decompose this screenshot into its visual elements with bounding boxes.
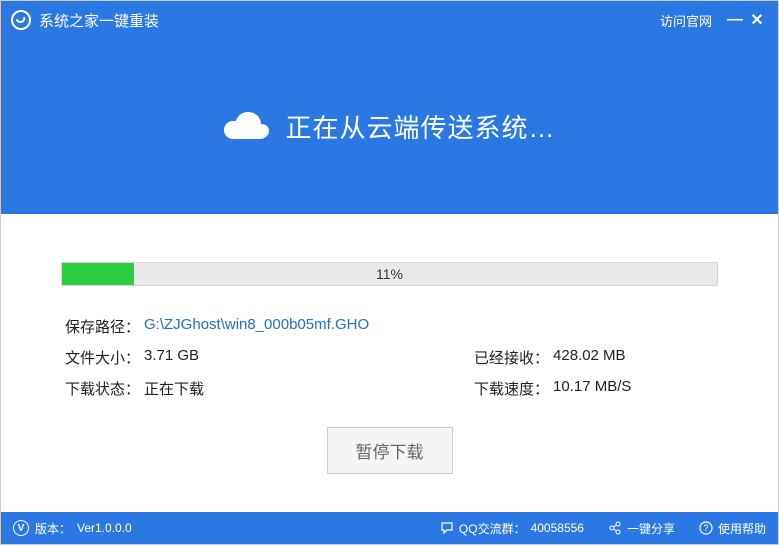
chat-icon xyxy=(440,521,454,535)
info-row-path: 保存路径： G:\ZJGhost\win8_000b05mf.GHO xyxy=(61,316,718,337)
file-size-label: 文件大小： xyxy=(65,347,140,368)
status-bar: V 版本： Ver1.0.0.0 QQ交流群： 40058556 一键分享 ? … xyxy=(1,512,778,544)
titlebar: 系统之家一键重装 访问官网 — ✕ xyxy=(1,1,778,39)
cloud-icon xyxy=(223,110,271,144)
app-logo-icon xyxy=(11,10,31,30)
help-label: 使用帮助 xyxy=(718,520,766,537)
save-path-label: 保存路径： xyxy=(65,316,140,337)
hero-banner: 正在从云端传送系统… xyxy=(1,39,778,214)
download-speed-value: 10.17 MB/S xyxy=(553,378,631,399)
share-icon xyxy=(608,521,622,535)
received-value: 428.02 MB xyxy=(553,347,626,368)
version-value: Ver1.0.0.0 xyxy=(77,521,132,535)
progress-bar-track: 11% xyxy=(61,262,718,286)
info-row-status: 下载状态： 正在下载 下载速度： 10.17 MB/S xyxy=(61,378,718,399)
file-size-value: 3.71 GB xyxy=(144,347,199,368)
visit-website-link[interactable]: 访问官网 xyxy=(660,11,712,30)
info-row-size: 文件大小： 3.71 GB 已经接收： 428.02 MB xyxy=(61,347,718,368)
help-icon: ? xyxy=(699,521,713,535)
share-label: 一键分享 xyxy=(627,520,675,537)
app-title: 系统之家一键重装 xyxy=(39,10,159,31)
download-speed-label: 下载速度： xyxy=(474,378,549,399)
share-link[interactable]: 一键分享 xyxy=(608,520,675,537)
version-icon: V xyxy=(13,520,29,536)
hero-status-text: 正在从云端传送系统… xyxy=(285,108,555,145)
received-label: 已经接收： xyxy=(474,347,549,368)
progress-percent-label: 11% xyxy=(62,263,717,285)
app-window: 系统之家一键重装 访问官网 — ✕ 正在从云端传送系统… 11% 保存路径： G… xyxy=(0,0,779,545)
qq-group-label: QQ交流群： xyxy=(459,520,526,537)
save-path-value[interactable]: G:\ZJGhost\win8_000b05mf.GHO xyxy=(144,316,369,337)
version-label: 版本： xyxy=(35,520,71,537)
help-link[interactable]: ? 使用帮助 xyxy=(699,520,766,537)
download-status-value: 正在下载 xyxy=(144,378,204,399)
content-area: 11% 保存路径： G:\ZJGhost\win8_000b05mf.GHO 文… xyxy=(1,214,778,512)
download-status-label: 下载状态： xyxy=(65,378,140,399)
qq-group-value: 40058556 xyxy=(531,521,584,535)
svg-text:?: ? xyxy=(703,523,708,533)
minimize-button[interactable]: — xyxy=(724,9,746,31)
pause-download-button[interactable]: 暂停下载 xyxy=(327,427,453,474)
close-button[interactable]: ✕ xyxy=(746,9,768,31)
qq-group-link[interactable]: QQ交流群： 40058556 xyxy=(440,520,584,537)
